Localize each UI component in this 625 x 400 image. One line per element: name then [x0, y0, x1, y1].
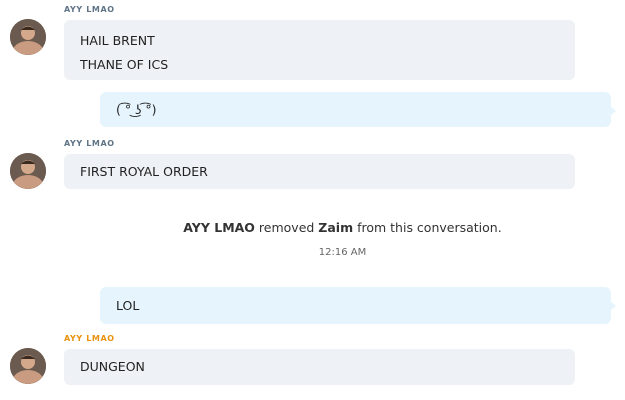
message-text: LOL [116, 298, 140, 313]
message-bubble[interactable]: HAIL BRENT THANE OF ICS [64, 20, 575, 80]
message-bubble[interactable]: DUNGEON [64, 349, 575, 385]
message-text: FIRST ROYAL ORDER [80, 164, 208, 179]
system-suffix: from this conversation. [353, 220, 502, 235]
conversation-view: AYY LMAO HAIL BRENT THANE OF ICS ( ͡° ͜ʖ… [0, 0, 625, 400]
sender-name[interactable]: AYY LMAO [64, 139, 115, 148]
timestamp: 12:16 AM [318, 247, 367, 258]
sender-name[interactable]: AYY LMAO [64, 334, 115, 343]
message-text: HAIL BRENT [80, 33, 155, 48]
system-actor[interactable]: AYY LMAO [183, 220, 255, 235]
message-text: ( ͡° ͜ʖ ͡°) [116, 102, 157, 117]
outgoing-message-bubble[interactable]: LOL [100, 287, 616, 324]
message-text: THANE OF ICS [80, 57, 169, 72]
message-text: DUNGEON [80, 359, 145, 374]
avatar[interactable] [10, 348, 46, 384]
system-action: removed [254, 220, 319, 235]
avatar[interactable] [10, 19, 46, 55]
system-target[interactable]: Zaim [318, 220, 353, 235]
sender-name[interactable]: AYY LMAO [64, 5, 115, 14]
outgoing-message-bubble[interactable]: ( ͡° ͜ʖ ͡°) [100, 92, 616, 127]
system-notice: AYY LMAO removed Zaim from this conversa… [0, 220, 625, 235]
avatar[interactable] [10, 153, 46, 189]
message-bubble[interactable]: FIRST ROYAL ORDER [64, 154, 575, 189]
